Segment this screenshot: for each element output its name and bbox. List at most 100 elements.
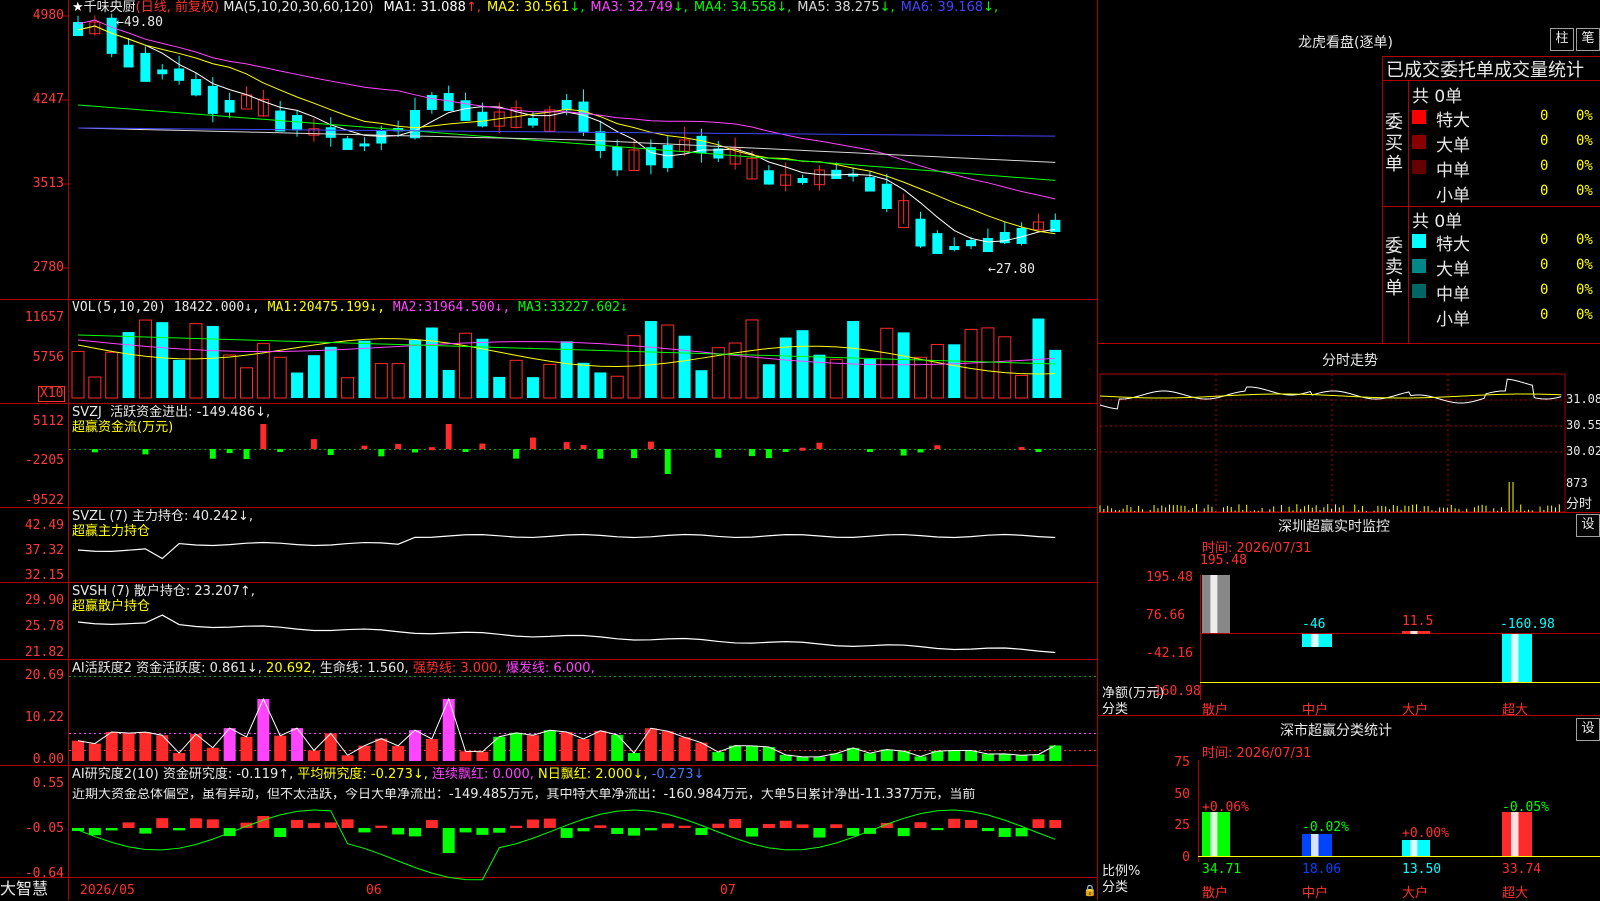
stat-y-tick: 0 — [1182, 850, 1190, 865]
order-row-pct: 0% — [1576, 257, 1593, 273]
volume-bar — [509, 359, 523, 399]
ai-active-bar — [122, 733, 135, 761]
ai-active-item: 爆发线: 6.000, — [505, 661, 595, 676]
order-row-name: 小单 — [1436, 310, 1470, 330]
volume-bar — [189, 323, 203, 399]
monitor-bar-mid — [1311, 634, 1319, 647]
ma5-line — [77, 127, 1056, 163]
intraday-vol-unit: 分时 — [1566, 497, 1593, 512]
candle-down — [662, 145, 673, 169]
ai-active-bar — [510, 732, 523, 761]
svzj-bar — [866, 449, 873, 452]
order-row-count: 0 — [1540, 158, 1549, 174]
order-color-swatch — [1412, 234, 1426, 248]
vol-y-tick: 11657 — [24, 310, 64, 325]
svzj-bar — [934, 445, 941, 449]
buy-side-label: 委买单 — [1385, 112, 1403, 175]
ai-research-bar — [931, 828, 944, 831]
svzl-header: SVZL (7) 主力持仓: 40.242↓, — [72, 510, 253, 524]
stat-y-tick: 75 — [1174, 755, 1190, 770]
svzl-y-tick: 37.32 — [24, 543, 64, 558]
ai-research-bar — [762, 823, 775, 828]
svzj-bar — [209, 449, 216, 459]
ma-item-6: MA6: 39.168↓, — [900, 0, 999, 15]
svsh-sub: 超赢散户持仓 — [72, 599, 151, 614]
ai-research-bar — [796, 824, 809, 828]
monitor-settings-button[interactable]: 设 — [1576, 514, 1600, 537]
svzj-bar — [243, 449, 250, 460]
chart-layer[interactable] — [0, 0, 1600, 900]
order-row-pct: 0% — [1576, 307, 1593, 323]
ai-research-line — [77, 809, 1056, 881]
stat-bar-value: 13.50 — [1402, 862, 1442, 877]
volume-bar — [442, 369, 455, 398]
ai-research-bar — [897, 828, 910, 837]
volume-bar — [948, 344, 961, 398]
monitor-bar-value: -160.98 — [1500, 617, 1555, 632]
period-label[interactable]: (日线, 前复权) — [136, 0, 219, 15]
stat-bar-value: 18.06 — [1302, 862, 1342, 877]
ai-research-bar — [493, 828, 506, 833]
svzj-y-tick: -9522 — [24, 493, 64, 508]
volume-bar — [409, 339, 421, 398]
candle-down — [932, 233, 943, 254]
ai-research-bar — [847, 828, 860, 836]
order-row-count: 0 — [1540, 108, 1549, 124]
volume-bar — [678, 335, 691, 398]
svzj-bar — [277, 449, 284, 452]
stat-bar-change: -0.02% — [1302, 820, 1349, 835]
ai-research-bar — [644, 828, 657, 831]
svzj-bar — [142, 449, 149, 455]
ai-research-bar — [122, 822, 135, 828]
stat-settings-button[interactable]: 设 — [1576, 718, 1600, 741]
tick-view-button[interactable]: 笔 — [1576, 28, 1600, 51]
candle-down — [966, 240, 977, 247]
ai-research-y-tick: -0.05 — [24, 821, 64, 836]
lock-icon[interactable]: 🔒 — [1083, 884, 1097, 898]
ai-research-bar — [526, 819, 539, 828]
ai-active-bar — [712, 752, 725, 761]
vol-ma2-name: MA2: — [392, 300, 425, 315]
ai-active-bar — [526, 735, 539, 761]
order-color-swatch — [1412, 110, 1426, 124]
candle-down — [342, 138, 353, 150]
volume-bar — [374, 363, 388, 399]
date-tick: 2026/05 — [80, 883, 135, 898]
ai-research-bar — [139, 828, 152, 834]
ai-research-bar — [291, 819, 304, 828]
ai-active-item: 20.692, — [266, 661, 316, 676]
ai-research-bar — [712, 823, 725, 828]
candle-down — [174, 68, 185, 81]
vol-unit-badge[interactable]: X10 — [38, 386, 66, 402]
ma4-line — [77, 104, 1056, 181]
ai-active-bar — [105, 731, 118, 761]
vol-ma3-name: MA3: — [518, 300, 550, 315]
ai-active-bar — [240, 736, 253, 761]
svzl-sub: 超赢主力持仓 — [72, 524, 151, 539]
vol-ma3-value: 33227.602↓ — [549, 300, 628, 315]
candle-down — [864, 177, 875, 192]
intraday-avg-line — [1099, 393, 1562, 399]
app-logo[interactable]: 大智慧 — [0, 881, 48, 897]
ai-research-bar — [695, 828, 708, 836]
svzj-bar — [647, 441, 654, 449]
svzl-label: SVZL (7) — [72, 509, 128, 524]
vol-label: VOL(5,10,20) — [72, 300, 166, 315]
volume-bar — [156, 322, 169, 398]
ai-active-bar — [678, 737, 691, 761]
svzl-y-tick: 42.49 — [24, 518, 64, 533]
stat-bar-change: -0.05% — [1502, 800, 1549, 815]
candle-down — [578, 101, 589, 133]
candle-down — [325, 127, 336, 138]
stat-bar-mid — [1311, 834, 1319, 856]
bar-view-button[interactable]: 柱 — [1550, 28, 1574, 51]
ai-active-bar — [543, 730, 556, 761]
svzj-bar — [91, 449, 98, 453]
ai-active-bar — [206, 747, 219, 761]
candle-down — [612, 146, 623, 171]
ai-research-bar — [173, 828, 186, 831]
stat-y-tick: 25 — [1174, 818, 1190, 833]
svzj-bar — [900, 449, 907, 456]
svzj-bar — [513, 449, 520, 459]
ai-active-bar — [560, 732, 573, 761]
